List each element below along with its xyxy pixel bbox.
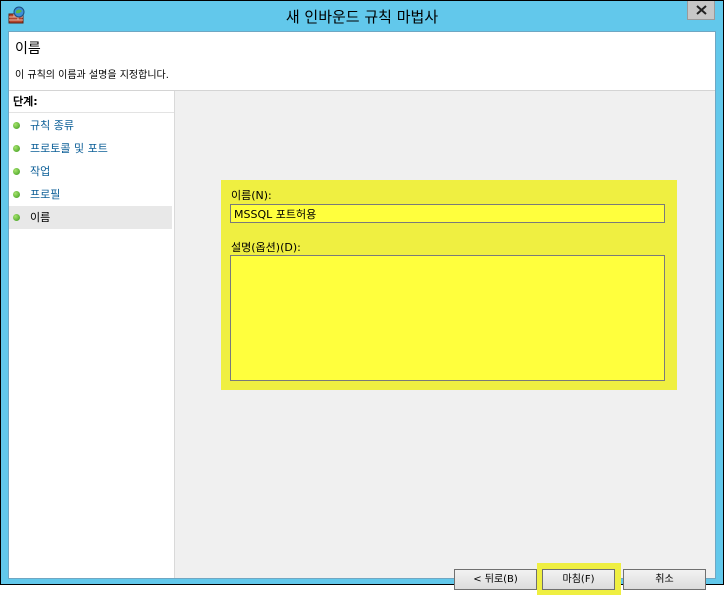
page-title: 이름 [15,41,41,57]
description-label: 설명(옵션)(D): [231,241,301,254]
form-highlight: 이름(N): 설명(옵션)(D): [221,180,677,390]
steps-panel: 단계: 규칙 종류 프로토콜 및 포트 작업 프로필 이름 [9,91,175,578]
page-header: 이름 이 규칙의 이름과 설명을 지정합니다. [9,32,715,91]
page-description: 이 규칙의 이름과 설명을 지정합니다. [15,70,169,81]
step-label: 프로토콜 및 포트 [30,142,108,155]
description-textarea[interactable] [230,255,665,381]
step-status-icon [13,145,20,152]
step-label: 규칙 종류 [30,119,74,132]
close-button[interactable] [687,1,715,20]
wizard-window: 새 인바운드 규칙 마법사 이름 이 규칙의 이름과 설명을 지정합니다. 단계… [0,0,724,595]
step-status-icon [13,214,20,221]
cancel-button[interactable]: 취소 [623,569,706,590]
finish-button[interactable]: 마침(F) [542,569,615,590]
name-input[interactable] [230,204,665,223]
step-action[interactable]: 작업 [9,160,172,183]
step-rule-type[interactable]: 규칙 종류 [9,114,172,137]
title-bar[interactable]: 새 인바운드 규칙 마법사 [1,1,723,31]
step-label: 이름 [30,211,51,224]
step-label: 프로필 [30,188,61,201]
window-title: 새 인바운드 규칙 마법사 [285,8,439,26]
step-label: 작업 [30,165,51,178]
step-protocol-port[interactable]: 프로토콜 및 포트 [9,137,172,160]
step-status-icon [13,122,20,129]
steps-title: 단계: [9,91,174,113]
step-status-icon [13,191,20,198]
back-button[interactable]: < 뒤로(B) [454,569,537,590]
step-profile[interactable]: 프로필 [9,183,172,206]
content-panel: 이름(N): 설명(옵션)(D): < 뒤로(B) 마침(F) 취소 [175,91,715,595]
step-status-icon [13,168,20,175]
wizard-client-area: 이름 이 규칙의 이름과 설명을 지정합니다. 단계: 규칙 종류 프로토콜 및… [8,31,716,595]
close-icon [696,5,707,15]
name-label: 이름(N): [231,189,272,202]
step-name[interactable]: 이름 [9,206,172,229]
